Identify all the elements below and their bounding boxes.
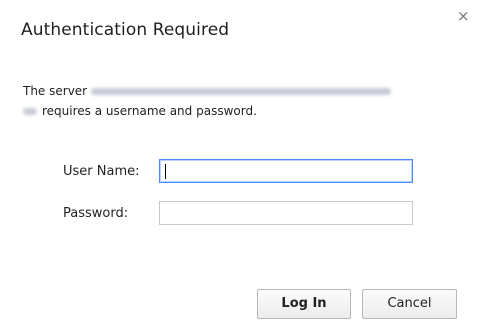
close-icon[interactable]: × — [457, 9, 470, 24]
auth-dialog: Authentication Required × The server req… — [0, 0, 477, 329]
username-field[interactable] — [159, 159, 413, 183]
message-prefix: The server — [23, 84, 88, 98]
auth-message: The server requires a username and passw… — [23, 81, 453, 121]
password-label: Password: — [63, 206, 129, 221]
password-field[interactable] — [159, 201, 413, 225]
text-caret — [165, 164, 166, 179]
redacted-server-port — [23, 108, 37, 115]
dialog-title: Authentication Required — [21, 20, 230, 40]
login-button[interactable]: Log In — [257, 289, 351, 319]
message-suffix: requires a username and password. — [42, 104, 257, 118]
username-label: User Name: — [63, 164, 140, 179]
cancel-button[interactable]: Cancel — [362, 289, 457, 319]
redacted-server-url — [91, 88, 392, 95]
